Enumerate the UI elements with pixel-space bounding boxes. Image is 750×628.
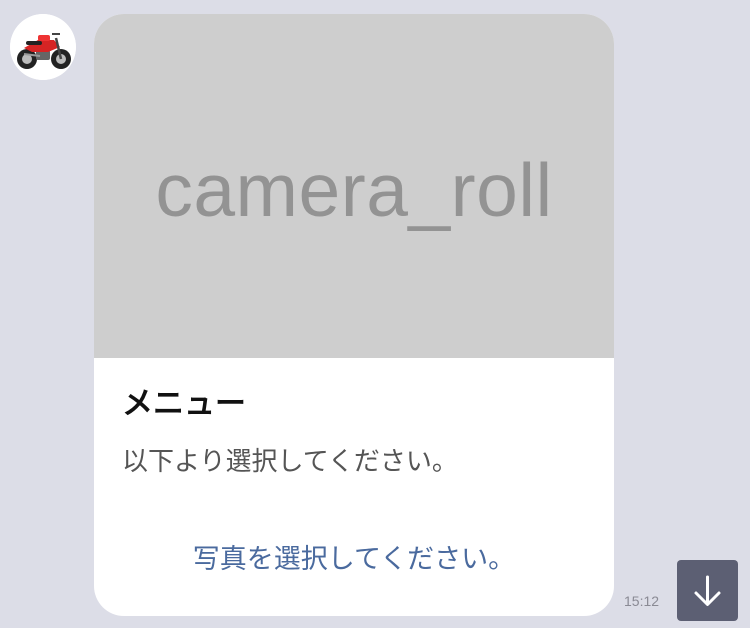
scroll-down-button[interactable]: [677, 560, 738, 621]
hero-placeholder-text: camera_roll: [155, 148, 553, 232]
card-hero-image: camera_roll: [94, 14, 614, 358]
message-timestamp: 15:12: [624, 593, 660, 609]
card-description: 以下より選択してください。: [122, 447, 458, 477]
sender-avatar[interactable]: [10, 14, 76, 80]
arrow-down-icon: [694, 575, 721, 606]
menu-card: camera_roll メニュー 以下より選択してください。 写真を選択してくだ…: [94, 14, 614, 616]
motorcycle-icon: [10, 14, 76, 80]
select-photo-button[interactable]: 写真を選択してください。: [94, 542, 614, 578]
card-title: メニュー: [122, 386, 246, 422]
